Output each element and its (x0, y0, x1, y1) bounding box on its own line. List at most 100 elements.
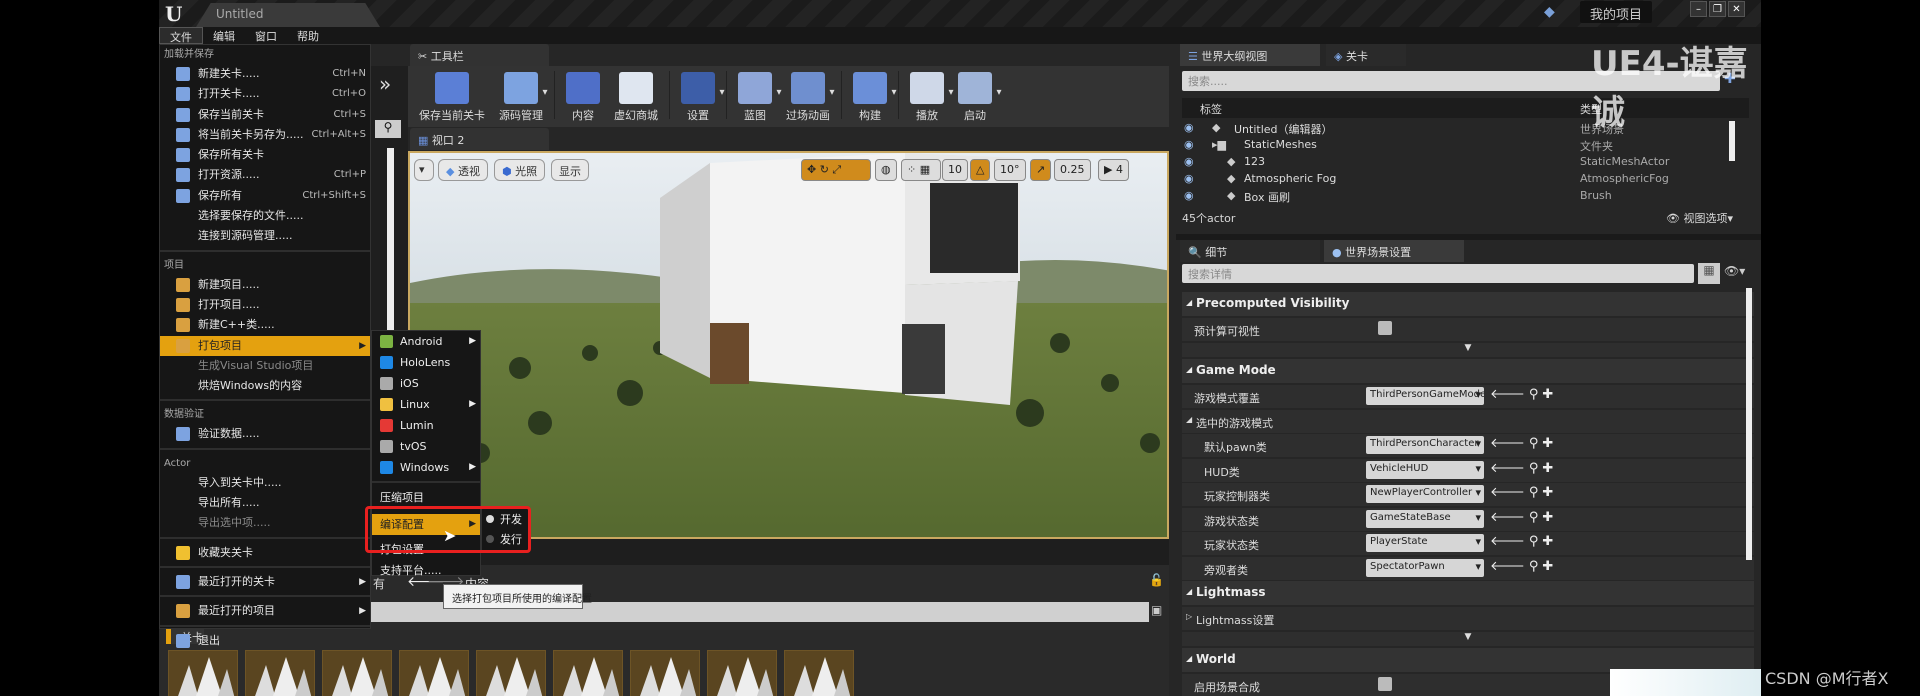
class-picker[interactable]: NewPlayerController (1366, 485, 1484, 503)
menu-item[interactable]: 收藏夹关卡 (160, 543, 370, 563)
close-button[interactable]: ✕ (1728, 1, 1745, 17)
menu-item[interactable]: 连接到源码管理..... (160, 226, 370, 246)
grid-snap-value[interactable]: 10 (942, 159, 968, 181)
menu-file[interactable]: 文件 (159, 27, 203, 44)
menu-item[interactable]: 最近打开的项目 ▶ (160, 601, 370, 621)
menu-item[interactable]: 新建关卡..... Ctrl+N (160, 64, 370, 84)
menu-window[interactable]: 窗口 (245, 27, 287, 44)
visibility-eye-icon[interactable]: ◉ (1184, 138, 1194, 151)
class-picker[interactable]: VehicleHUD (1366, 460, 1484, 479)
class-picker[interactable]: ThirdPersonCharacter (1366, 436, 1484, 454)
property-actions[interactable]: 🡐⚲✚ (1490, 509, 1557, 525)
expand-arrow-icon[interactable]: ▷ (1186, 612, 1192, 621)
property-matrix-icon[interactable]: ▦ (1698, 263, 1720, 284)
visibility-eye-icon[interactable]: ◉ (1184, 172, 1194, 185)
menu-item[interactable]: 打开项目..... (160, 295, 370, 315)
visibility-eye-icon[interactable]: ◉ (1184, 155, 1194, 168)
menu-item[interactable]: 生成Visual Studio项目 (160, 356, 370, 376)
level-asset-thumbnail[interactable] (322, 650, 392, 696)
advanced-expand-button[interactable]: ▼ (1182, 343, 1754, 357)
scale-snap-toggle[interactable]: ↗ (1030, 159, 1052, 181)
menu-item[interactable]: 验证数据..... (160, 424, 370, 444)
property-actions[interactable]: 🡐⚲✚ (1490, 435, 1557, 451)
menu-item[interactable]: 导出所有..... (160, 493, 370, 513)
menu-item[interactable]: 选择要保存的文件..... (160, 206, 370, 226)
grid-snap-toggle[interactable]: ⁘ ▦ (901, 159, 941, 181)
level-viewport[interactable]: ▾ ◆ 透视 ⬢ 光照 显示 ✥ ↻ ⤢ ◍ ⁘ ▦ 10 △ 10° ↗ 0.… (408, 151, 1169, 539)
menu-item[interactable]: 保存所有 Ctrl+Shift+S (160, 186, 370, 206)
visibility-eye-icon[interactable]: ◉ (1184, 189, 1194, 202)
property-actions[interactable]: 🡐⚲✚ (1490, 558, 1557, 574)
section-header[interactable]: ◢ Game Mode (1182, 359, 1754, 383)
level-asset-thumbnail[interactable] (707, 650, 777, 696)
level-asset-thumbnail[interactable] (630, 650, 700, 696)
menu-item[interactable]: 打开资源..... Ctrl+P (160, 165, 370, 185)
expand-icon[interactable]: » (379, 72, 391, 96)
level-tab[interactable]: Untitled (196, 3, 380, 27)
rotation-snap-value[interactable]: 10° (994, 159, 1026, 181)
column-label[interactable]: 标签 (1200, 101, 1222, 117)
camera-speed-button[interactable]: ▶ 4 (1098, 159, 1129, 181)
menu-item[interactable]: 保存当前关卡 Ctrl+S (160, 105, 370, 125)
menu-item[interactable]: 将当前关卡另存为..... Ctrl+Alt+S (160, 125, 370, 145)
view-options-button[interactable]: 👁 视图选项▾ (1666, 210, 1733, 226)
level-asset-thumbnail[interactable] (553, 650, 623, 696)
menu-item[interactable]: 最近打开的关卡 ▶ (160, 572, 370, 592)
outliner-row[interactable]: ◉ ▸▆ StaticMeshes 文件夹 (1182, 138, 1742, 155)
outliner-row[interactable]: ◉ ◆ Box 画刷 Brush (1182, 189, 1742, 206)
lighting-button[interactable]: ⬢ 光照 (494, 159, 546, 181)
menu-item[interactable]: 导入到关卡中..... (160, 473, 370, 493)
menu-item[interactable]: 新建C++类..... (160, 315, 370, 335)
toolbar-tab[interactable]: ✂ 工具栏 (410, 44, 549, 66)
menu-item[interactable]: 打开关卡..... Ctrl+O (160, 84, 370, 104)
checkbox[interactable] (1378, 677, 1392, 691)
property-actions[interactable]: 🡐⚲✚ (1490, 460, 1557, 476)
platform-item[interactable]: HoloLens (372, 352, 480, 373)
world-outliner-tab[interactable]: ☰ 世界大纲视图 (1180, 44, 1320, 66)
toolbar-button[interactable]: 源码管理 ▾ (492, 72, 550, 123)
supported-platforms-item[interactable]: 支持平台..... (372, 560, 480, 581)
expand-arrow-icon[interactable]: ◢ (1186, 415, 1192, 424)
viewport-options-button[interactable]: ▾ (414, 159, 434, 181)
property-actions[interactable]: 🡐⚲✚ (1490, 533, 1557, 549)
level-asset-thumbnail[interactable] (784, 650, 854, 696)
toolbar-button[interactable]: 启动 ▾ (951, 72, 1002, 123)
toolbar-button[interactable]: 蓝图 ▾ (731, 72, 782, 123)
class-picker[interactable]: ThirdPersonGameMode (1366, 387, 1484, 405)
platform-item[interactable]: iOS (372, 373, 480, 394)
level-asset-thumbnail[interactable] (168, 650, 238, 696)
toolbar-button[interactable]: 虚幻商城 (607, 72, 665, 123)
advanced-expand-button[interactable]: ▼ (1182, 632, 1754, 646)
class-picker[interactable]: PlayerState (1366, 534, 1484, 552)
menu-item[interactable]: 导出选中项..... (160, 513, 370, 533)
source-control-icon[interactable]: ◆ (1544, 4, 1555, 20)
maximize-button[interactable]: ❐ (1709, 1, 1726, 17)
level-asset-thumbnail[interactable] (476, 650, 546, 696)
outliner-row[interactable]: ◉ ◆ 123 StaticMeshActor (1182, 155, 1742, 172)
details-scrollbar[interactable] (1746, 288, 1752, 560)
property-actions[interactable]: 🡐⚲✚ (1490, 386, 1557, 402)
visibility-options-icon[interactable]: 👁▾ (1724, 264, 1745, 278)
class-picker[interactable]: SpectatorPawn (1366, 558, 1484, 577)
platform-item[interactable]: Linux ▶ (372, 394, 480, 415)
property-actions[interactable]: 🡐⚲✚ (1490, 484, 1557, 500)
menu-item[interactable]: 烘焙Windows的内容 (160, 376, 370, 396)
world-settings-tab[interactable]: ● 世界场景设置 (1324, 240, 1464, 262)
toolbar-button[interactable]: 保存当前关卡 (412, 72, 492, 123)
platform-item[interactable]: Lumin (372, 415, 480, 436)
zip-project-item[interactable]: 压缩项目 (372, 487, 480, 508)
menu-item[interactable]: 保存所有关卡 (160, 145, 370, 165)
transform-mode-buttons[interactable]: ✥ ↻ ⤢ (801, 159, 871, 181)
scale-snap-value[interactable]: 0.25 (1054, 159, 1091, 181)
toolbar-button[interactable]: 设置 ▾ (674, 72, 725, 123)
visibility-eye-icon[interactable]: ◉ (1184, 121, 1194, 134)
lock-icon[interactable]: 🔓 (1149, 573, 1164, 587)
rotation-snap-toggle[interactable]: △ (970, 159, 991, 181)
save-search-icon[interactable]: ▣ (1151, 603, 1162, 617)
toolbar-button[interactable]: 播放 ▾ (903, 72, 954, 123)
platform-item[interactable]: Windows ▶ (372, 457, 480, 478)
world-local-toggle[interactable]: ◍ (875, 159, 897, 181)
show-button[interactable]: 显示 (551, 159, 589, 181)
perspective-button[interactable]: ◆ 透视 (438, 159, 488, 181)
section-header[interactable]: ◢ Lightmass (1182, 581, 1754, 605)
